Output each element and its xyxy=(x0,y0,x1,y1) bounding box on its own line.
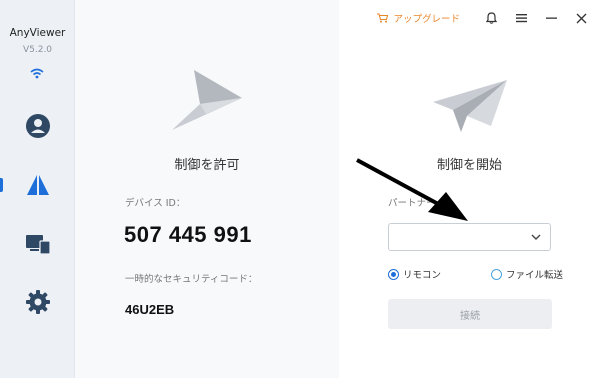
upgrade-label: アップグレード xyxy=(393,14,460,25)
start-control-panel: 制御を開始 パートナー リモコン ファイル転送 接続 xyxy=(339,0,600,378)
remote-control-icon xyxy=(26,175,49,195)
sidebar-item-remote[interactable] xyxy=(0,165,75,205)
radio-remote-control-label: リモコン xyxy=(403,270,442,281)
allow-control-panel: 制御を許可 デバイス ID： 507 445 991 一時的なセキュリティコード… xyxy=(75,0,339,378)
radio-remote-control-button[interactable] xyxy=(388,268,399,280)
menu-icon[interactable] xyxy=(514,11,528,25)
app-version: V5.2.0 xyxy=(22,45,53,55)
sidebar-item-devices[interactable] xyxy=(0,224,75,264)
paper-plane-icon xyxy=(433,80,507,138)
sidebar-item-settings[interactable] xyxy=(0,282,75,322)
minimize-icon[interactable] xyxy=(544,11,558,25)
sidebar-item-account[interactable] xyxy=(0,106,75,146)
upgrade-button[interactable]: アップグレード xyxy=(377,11,460,25)
user-icon xyxy=(25,114,50,138)
partner-id-input[interactable] xyxy=(388,223,551,251)
radio-file-transfer-label: ファイル転送 xyxy=(506,270,564,281)
bell-icon[interactable] xyxy=(484,11,498,25)
main-area: 制御を許可 デバイス ID： 507 445 991 一時的なセキュリティコード… xyxy=(75,0,600,378)
app-name: AnyViewer xyxy=(9,27,66,39)
radio-file-transfer[interactable]: ファイル転送 xyxy=(491,267,563,281)
app-window: AnyViewer V5.2.0 制御を許可 デバイス ID： 507 445 … xyxy=(0,0,600,378)
temp-code-label: 一時的なセキュリティコード： xyxy=(125,274,258,285)
cart-icon xyxy=(377,13,389,23)
connect-button[interactable]: 接続 xyxy=(388,299,552,329)
devices-icon xyxy=(25,235,51,255)
device-id-label: デバイス ID： xyxy=(125,198,186,209)
device-id-value: 507 445 991 xyxy=(124,222,252,247)
close-icon[interactable] xyxy=(574,11,588,25)
radio-remote-control[interactable]: リモコン xyxy=(388,267,441,281)
allow-control-title: 制御を許可 xyxy=(174,158,240,173)
paper-plane-icon xyxy=(170,70,242,136)
settings-icon xyxy=(25,290,50,314)
chevron-down-icon[interactable] xyxy=(530,231,542,243)
start-control-title: 制御を開始 xyxy=(436,158,502,173)
partner-id-label: パートナー xyxy=(388,198,436,209)
temp-code-value: 46U2EB xyxy=(125,302,175,317)
titlebar: アップグレード xyxy=(377,0,600,36)
sidebar: AnyViewer V5.2.0 xyxy=(0,0,75,378)
radio-file-transfer-button[interactable] xyxy=(491,268,502,280)
wifi-icon xyxy=(29,64,45,79)
